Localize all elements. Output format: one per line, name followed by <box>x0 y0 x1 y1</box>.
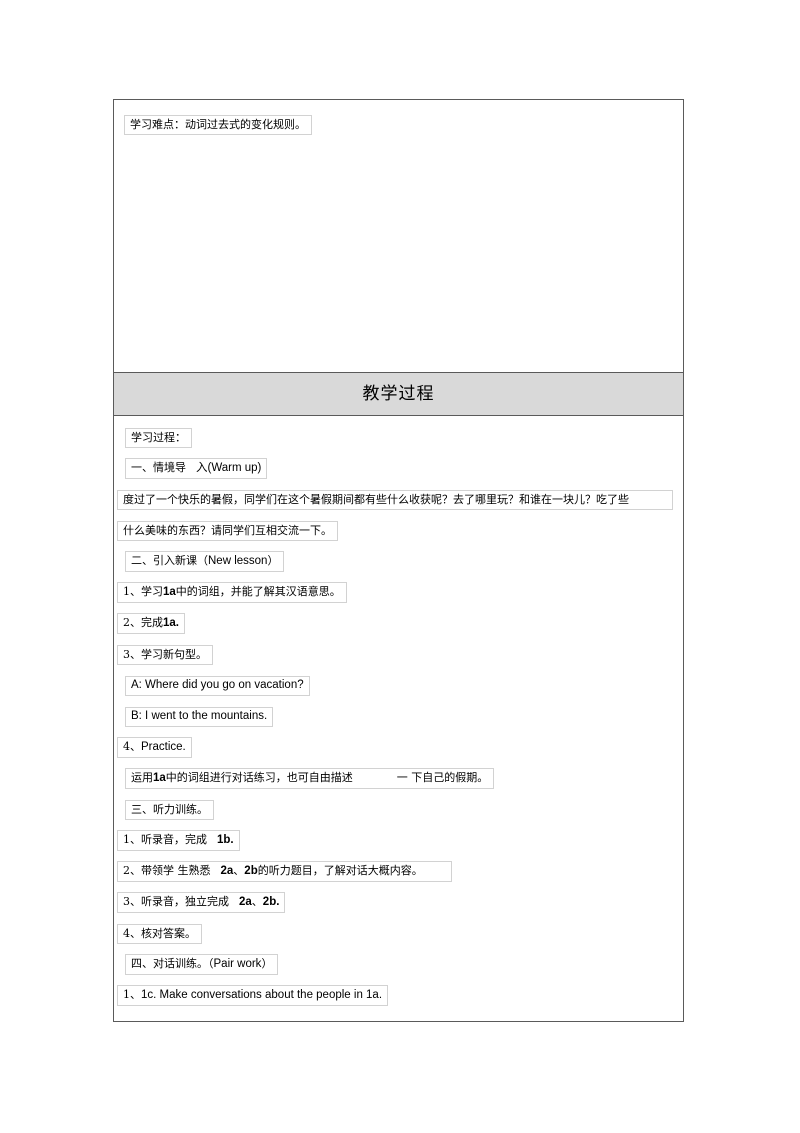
dialogue-b-row: B: I went to the mountains. <box>114 701 683 732</box>
item-3-2-field: 2、带领学 生熟悉 2a、2b的听力题目，了解对话大概内容。 <box>117 861 452 882</box>
pairwork-heading-cn-text: 四、对话训练。（ <box>131 957 214 970</box>
difficulty-note-text: 学习难点：动词过去式的变化规则。 <box>130 117 306 131</box>
difficulty-cell: 学习难点：动词过去式的变化规则。 <box>114 100 683 373</box>
newlesson-heading-row: 二、引入新课（New lesson） <box>114 546 683 577</box>
item-3-1-part-b: 1b. <box>217 834 234 846</box>
item-3-3-field: 3、听录音，独立完成 2a、2b. <box>117 892 286 913</box>
dialogue-a-field: A: Where did you go on vacation? <box>125 675 310 696</box>
item-2-2-field: 2、完成1a. <box>117 613 185 634</box>
item-3-3-part-d: 2b. <box>262 896 280 908</box>
item-3-1-field: 1、听录音，完成 1b. <box>117 830 240 851</box>
item-3-2-part-b: 2a <box>220 865 234 877</box>
item-3-3-part-c: 、 <box>251 895 263 908</box>
warmup-text-row-1: 度过了一个快乐的暑假，同学们在这个暑假期间都有些什么收获呢？去了哪里玩？和谁在一… <box>114 484 683 515</box>
listening-heading-row: 三、听力训练。 <box>114 794 683 825</box>
item-3-1-row: 1、听录音，完成 1b. <box>114 825 683 856</box>
practice-text-part-d: 一 下自己的假期。 <box>396 771 489 784</box>
item-2-1-part-a: 1、学习 <box>123 585 163 598</box>
item-4-1-part-a: 1、 <box>123 988 141 1001</box>
practice-text-part-c: 中的词组进行对话练习，也可自由描述 <box>165 771 353 784</box>
item-2-4-field: 4、Practice. <box>117 737 192 758</box>
warmup-text-line1: 度过了一个快乐的暑假，同学们在这个暑假期间都有些什么收获呢？去了哪里玩？和谁在一… <box>123 492 629 506</box>
document-page: 学习难点：动词过去式的变化规则。 教学过程 学习过程： 一、情境导 入(Warm … <box>0 0 800 1133</box>
item-3-2-part-e: 的听力题目，了解对话大概内容。 <box>257 864 423 877</box>
item-3-3-part-a: 3、听录音，独立完成 <box>123 895 229 908</box>
item-2-1-field: 1、学习1a中的词组，并能了解其汉语意思。 <box>117 582 347 603</box>
newlesson-heading-field: 二、引入新课（New lesson） <box>125 551 285 572</box>
item-2-4-part-b: Practice. <box>141 741 186 753</box>
item-4-1-part-b: 1c. Make conversations about the people … <box>141 989 383 1001</box>
item-4-1-row: 1、1c. Make conversations about the peopl… <box>114 980 683 1011</box>
warmup-text-line2: 什么美味的东西？请同学们互相交流一下。 <box>123 523 332 537</box>
listening-heading-text: 三、听力训练。 <box>131 802 208 816</box>
process-label-text: 学习过程： <box>131 430 186 444</box>
dialogue-b-field: B: I went to the mountains. <box>125 706 274 727</box>
item-3-2-part-a: 2、带领学 生熟悉 <box>123 864 211 877</box>
process-label-field: 学习过程： <box>125 427 192 448</box>
warmup-text-row-2: 什么美味的东西？请同学们互相交流一下。 <box>114 515 683 546</box>
warmup-text-field-2: 什么美味的东西？请同学们互相交流一下。 <box>117 520 338 541</box>
warmup-heading-cn-text: 一、情境导 <box>131 461 186 474</box>
newlesson-heading-close-text: ） <box>267 554 279 567</box>
dialogue-a-text: A: Where did you go on vacation? <box>131 678 304 691</box>
lesson-plan-table: 学习难点：动词过去式的变化规则。 教学过程 学习过程： 一、情境导 入(Warm … <box>113 99 684 1022</box>
teaching-process-cell: 学习过程： 一、情境导 入(Warm up) 度过了一个快乐的暑假，同学们在这个暑… <box>114 416 683 1021</box>
item-3-3-row: 3、听录音，独立完成 2a、2b. <box>114 887 683 918</box>
newlesson-heading-en-text: New lesson <box>208 555 268 567</box>
listening-heading-field: 三、听力训练。 <box>125 799 214 820</box>
pairwork-heading-row: 四、对话训练。（Pair work） <box>114 949 683 980</box>
section-header-cell: 教学过程 <box>114 373 683 416</box>
item-2-3-field: 3、学习新句型。 <box>117 644 213 665</box>
item-3-2-part-d: 2b <box>244 865 258 877</box>
item-3-4-row: 4、核对答案。 <box>114 918 683 949</box>
warmup-heading-field: 一、情境导 入(Warm up) <box>125 458 268 479</box>
item-3-3-part-b: 2a <box>239 896 252 908</box>
item-2-2-part-b: 1a. <box>163 617 179 629</box>
item-3-1-part-a: 1、听录音，完成 <box>123 833 207 846</box>
pairwork-heading-field: 四、对话训练。（Pair work） <box>125 954 279 975</box>
item-2-2-part-a: 2、完成 <box>123 616 163 629</box>
practice-text-part-a: 运用 <box>131 771 153 784</box>
item-2-1-part-b: 1a <box>163 586 176 598</box>
item-2-2-row: 2、完成1a. <box>114 608 683 639</box>
item-3-4-field: 4、核对答案。 <box>117 923 202 944</box>
pairwork-heading-en-text: Pair work <box>213 958 262 970</box>
item-2-4-part-a: 4、 <box>123 740 141 753</box>
practice-text-part-b: 1a <box>153 772 166 784</box>
item-3-2-part-c: 、 <box>233 864 245 877</box>
practice-text-row: 运用1a中的词组进行对话练习，也可自由描述 一 下自己的假期。 <box>114 763 683 794</box>
pairwork-heading-close-text: ） <box>261 957 273 970</box>
difficulty-note-field: 学习难点：动词过去式的变化规则。 <box>124 114 312 135</box>
warmup-text-field-1: 度过了一个快乐的暑假，同学们在这个暑假期间都有些什么收获呢？去了哪里玩？和谁在一… <box>117 489 673 510</box>
item-2-1-part-c: 中的词组，并能了解其汉语意思。 <box>175 585 341 598</box>
dialogue-a-row: A: Where did you go on vacation? <box>114 670 683 701</box>
item-4-1-field: 1、1c. Make conversations about the peopl… <box>117 985 389 1006</box>
item-2-1-row: 1、学习1a中的词组，并能了解其汉语意思。 <box>114 577 683 608</box>
difficulty-row: 学习难点：动词过去式的变化规则。 <box>114 109 683 140</box>
item-3-4-text: 4、核对答案。 <box>123 926 196 940</box>
practice-text-field: 运用1a中的词组进行对话练习，也可自由描述 一 下自己的假期。 <box>125 768 495 789</box>
warmup-heading-en-text: 入(Warm up) <box>196 462 262 474</box>
dialogue-b-text: B: I went to the mountains. <box>131 709 268 722</box>
section-header-title: 教学过程 <box>362 384 435 404</box>
newlesson-heading-cn-text: 二、引入新课（ <box>131 554 208 567</box>
process-label-row: 学习过程： <box>114 422 683 453</box>
warmup-heading-row: 一、情境导 入(Warm up) <box>114 453 683 484</box>
item-2-3-text: 3、学习新句型。 <box>123 647 207 661</box>
item-2-3-row: 3、学习新句型。 <box>114 639 683 670</box>
item-2-4-row: 4、Practice. <box>114 732 683 763</box>
item-3-2-row: 2、带领学 生熟悉 2a、2b的听力题目，了解对话大概内容。 <box>114 856 683 887</box>
